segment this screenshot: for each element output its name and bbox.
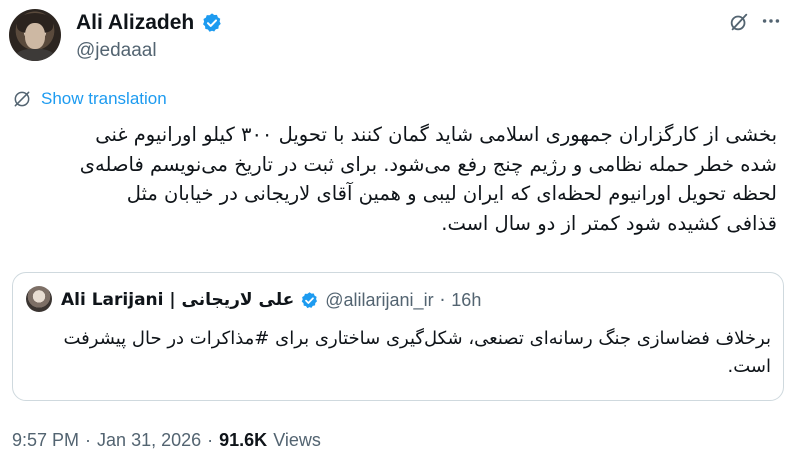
quoted-author-avatar xyxy=(26,286,52,312)
avatar-face xyxy=(25,23,45,49)
author-handle[interactable]: @jedaaal xyxy=(76,40,157,62)
views-label: Views xyxy=(273,430,321,450)
avatar-shirt xyxy=(15,49,55,61)
tweet-text: بخشی از کارگزاران جمهوری اسلامی شاید گما… xyxy=(10,120,777,238)
views-count: 91.6K xyxy=(219,430,268,450)
quoted-tweet-card[interactable]: Ali Larijani | علی لاریجانی @alilarijani… xyxy=(12,272,784,401)
author-avatar[interactable] xyxy=(9,9,61,61)
quoted-separator-dot: · xyxy=(439,289,446,311)
quoted-tweet-text: برخلاف فضاسازی جنگ رسانه‌ای تصنعی، شکل‌گ… xyxy=(27,325,771,381)
quoted-text-line: برخلاف فضاسازی جنگ رسانه‌ای تصنعی، شکل‌گ… xyxy=(63,328,771,349)
author-name-row: Ali Alizadeh xyxy=(76,10,223,36)
show-translation-label: Show translation xyxy=(41,89,167,108)
show-translation-link[interactable]: Show translation xyxy=(12,89,167,109)
tweet-text-line: بخشی از کارگزاران جمهوری اسلامی شاید گما… xyxy=(95,123,777,146)
globe-translate-icon xyxy=(14,91,30,107)
tweet-meta-row: 9:57 PM · Jan 31, 2026 · 91.6K Views xyxy=(12,430,321,451)
quoted-text-line: است. xyxy=(727,356,771,377)
meta-separator-dot: · xyxy=(207,430,214,450)
grok-icon[interactable] xyxy=(728,11,750,33)
more-horizontal-icon[interactable] xyxy=(760,10,782,32)
verified-badge-icon xyxy=(301,291,318,308)
tweet-date[interactable]: Jan 31, 2026 xyxy=(97,430,201,451)
tweet-text-line: شده خطر حمله نظامی و رژیم چنج رفع می‌شود… xyxy=(79,152,777,176)
quoted-timestamp: 16h xyxy=(451,289,482,310)
tweet-time[interactable]: 9:57 PM xyxy=(12,430,79,451)
tweet-text-line: لحظه تحویل اورانیوم لحظه‌ای که ایران لیب… xyxy=(126,182,777,205)
author-name[interactable]: Ali Alizadeh xyxy=(76,11,194,35)
quoted-tweet-header: Ali Larijani | علی لاریجانی @alilarijani… xyxy=(61,287,481,313)
meta-separator-dot: · xyxy=(85,430,92,450)
tweet-text-line: قذافی کشیده شود کمتر از دو سال است. xyxy=(441,211,777,235)
verified-badge-icon xyxy=(203,13,221,32)
quoted-author-name: Ali Larijani | علی لاریجانی xyxy=(61,290,295,310)
quoted-author-handle: @alilarijani_ir xyxy=(325,289,434,310)
